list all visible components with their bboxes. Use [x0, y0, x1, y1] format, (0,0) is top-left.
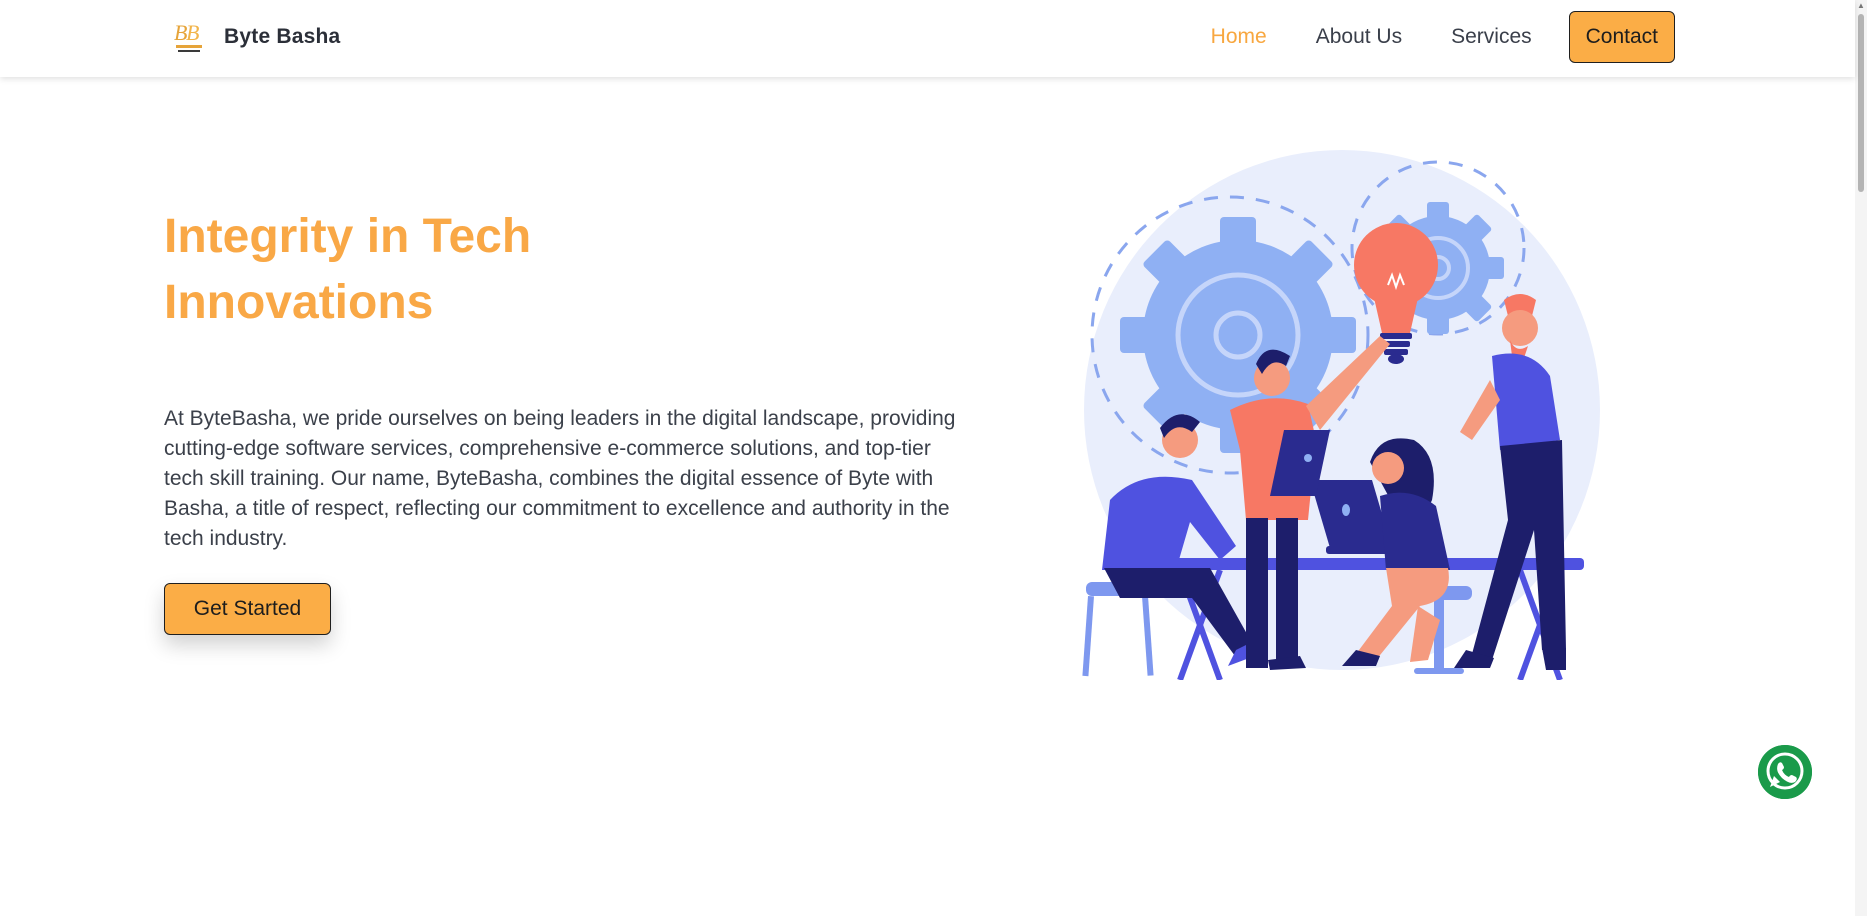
hero-description: At ByteBasha, we pride ourselves on bein… — [164, 407, 956, 550]
nav-home[interactable]: Home — [1211, 11, 1267, 63]
nav-about-us[interactable]: About Us — [1316, 11, 1402, 63]
whatsapp-icon — [1758, 745, 1812, 799]
brand-name: Byte Basha — [224, 25, 341, 48]
svg-text:B: B — [186, 20, 199, 45]
scroll-up-arrow-icon[interactable]: ▲ — [1857, 2, 1865, 10]
hero-title-line-1: Integrity in Tech — [164, 210, 532, 263]
main-nav: Home About Us Services Contact — [1162, 11, 1675, 63]
hero-title-line-2: Innovations — [164, 276, 434, 329]
hero-title: Integrity in Tech Innovations — [164, 204, 684, 336]
navbar: B B Byte Basha Home About Us Services Co… — [0, 0, 1855, 77]
whatsapp-button[interactable] — [1758, 745, 1812, 799]
brand[interactable]: B B Byte Basha — [172, 18, 340, 56]
vertical-scrollbar[interactable]: ▲ — [1855, 0, 1867, 916]
bytebasha-logo-icon: B B — [174, 20, 202, 52]
get-started-button[interactable]: Get Started — [164, 583, 331, 635]
contact-button[interactable]: Contact — [1568, 11, 1675, 63]
nav-services[interactable]: Services — [1451, 11, 1532, 63]
team-collaboration-illustration — [1082, 150, 1600, 680]
scrollbar-thumb[interactable] — [1858, 14, 1864, 192]
